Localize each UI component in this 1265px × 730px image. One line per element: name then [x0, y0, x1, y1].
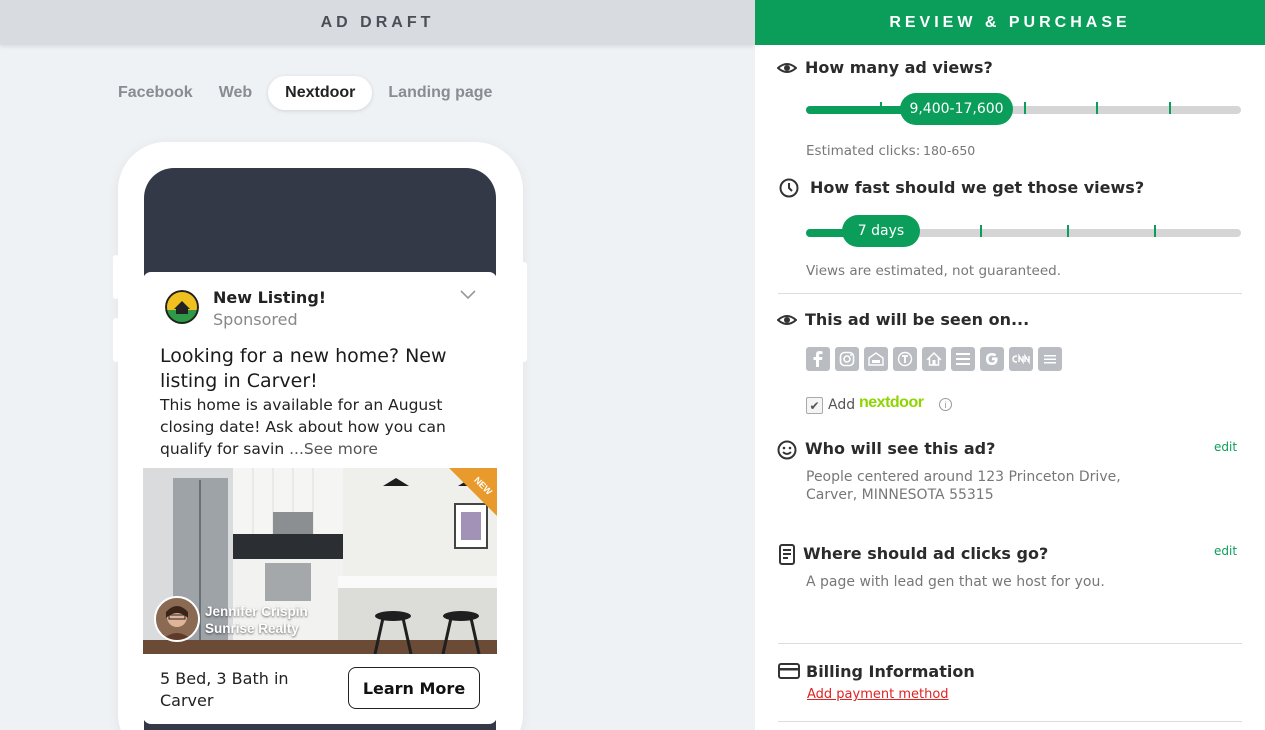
audience-title: Who will see this ad? — [805, 439, 996, 458]
other-site-icon — [1038, 347, 1062, 371]
speed-slider-handle[interactable]: 7 days — [842, 215, 920, 247]
tab-nextdoor[interactable]: Nextdoor — [268, 76, 373, 110]
estimated-clicks-value: 180-650 — [923, 143, 976, 158]
ad-preview-card: New Listing! Sponsored Looking for a new… — [143, 272, 497, 724]
speed-slider-tick — [980, 225, 982, 237]
section-divider — [778, 721, 1242, 722]
weather-channel-icon — [951, 347, 975, 371]
seen-on-title: This ad will be seen on... — [805, 310, 1030, 329]
agent-company: Sunrise Realty — [205, 621, 299, 636]
nytimes-icon — [893, 347, 917, 371]
hgtv-icon — [864, 347, 888, 371]
section-divider — [778, 293, 1242, 294]
views-slider-handle[interactable]: 9,400-17,600 — [900, 93, 1013, 125]
section-divider — [778, 643, 1242, 644]
tab-landing-page[interactable]: Landing page — [378, 76, 502, 110]
tab-web[interactable]: Web — [209, 76, 262, 110]
clicks-destination-description: A page with lead gen that we host for yo… — [806, 574, 1105, 590]
ad-sponsored-label: Sponsored — [213, 310, 298, 329]
estimated-clicks-label: Estimated clicks: — [806, 143, 921, 159]
views-title: How many ad views? — [805, 58, 993, 77]
billing-title: Billing Information — [806, 662, 975, 681]
clock-icon — [779, 178, 799, 198]
ad-draft-panel: AD DRAFT Facebook Web Nextdoor Landing p… — [0, 0, 755, 730]
review-purchase-panel: REVIEW & PURCHASE How many ad views? 9,4… — [755, 0, 1265, 730]
zillow-icon — [922, 347, 946, 371]
views-slider-tick — [880, 102, 882, 114]
views-disclaimer: Views are estimated, not guaranteed. — [806, 263, 1061, 279]
cnn-icon — [1009, 347, 1033, 371]
chevron-down-icon[interactable] — [459, 288, 477, 302]
google-icon — [980, 347, 1004, 371]
see-more-link[interactable]: ...See more — [284, 440, 378, 458]
review-purchase-header: REVIEW & PURCHASE — [755, 0, 1265, 45]
add-nextdoor-checkbox[interactable]: ✔ — [806, 397, 823, 414]
ad-title: New Listing! — [213, 288, 327, 307]
nextdoor-logo: nextdoor — [859, 394, 924, 411]
listing-summary: 5 Bed, 3 Bath in Carver — [160, 669, 289, 710]
phone-side-button — [113, 255, 119, 299]
brand-logo-icon — [165, 290, 199, 324]
views-slider[interactable] — [806, 102, 1241, 114]
info-icon[interactable]: i — [939, 398, 952, 411]
views-slider-tick — [1169, 102, 1171, 114]
smiley-icon — [777, 440, 797, 460]
ad-draft-header: AD DRAFT — [0, 0, 755, 45]
clicks-destination-title: Where should ad clicks go? — [803, 544, 1049, 563]
phone-side-button — [113, 318, 119, 362]
tab-facebook[interactable]: Facebook — [108, 76, 203, 110]
clicks-destination-edit-link[interactable]: edit — [1214, 544, 1237, 558]
views-slider-tick — [1096, 102, 1098, 114]
speed-slider-tick — [1154, 225, 1156, 237]
platform-icons — [806, 347, 1062, 371]
audience-description: People centered around 123 Princeton Dri… — [806, 469, 1121, 503]
add-payment-method-link[interactable]: Add payment method — [807, 687, 949, 702]
phone-side-button — [521, 262, 527, 362]
ad-body: This home is available for an August clo… — [160, 394, 460, 460]
document-icon — [778, 544, 798, 565]
speed-title: How fast should we get those views? — [810, 178, 1145, 197]
learn-more-button[interactable]: Learn More — [348, 667, 480, 709]
credit-card-icon — [778, 662, 800, 682]
views-slider-tick — [1024, 102, 1026, 114]
listing-photo: NEW Jennifer Crispin Sunrise Realty — [143, 468, 497, 654]
audience-edit-link[interactable]: edit — [1214, 440, 1237, 454]
speed-slider-tick — [1067, 225, 1069, 237]
add-label: Add — [828, 397, 856, 413]
ad-headline: Looking for a new home? New listing in C… — [160, 345, 447, 392]
instagram-icon — [835, 347, 859, 371]
eye-icon — [776, 58, 798, 78]
facebook-icon — [806, 347, 830, 371]
channel-tabs: Facebook Web Nextdoor Landing page — [108, 76, 502, 110]
agent-avatar — [154, 596, 200, 642]
eye-icon — [776, 310, 798, 330]
agent-name: Jennifer Crispin — [205, 604, 308, 619]
